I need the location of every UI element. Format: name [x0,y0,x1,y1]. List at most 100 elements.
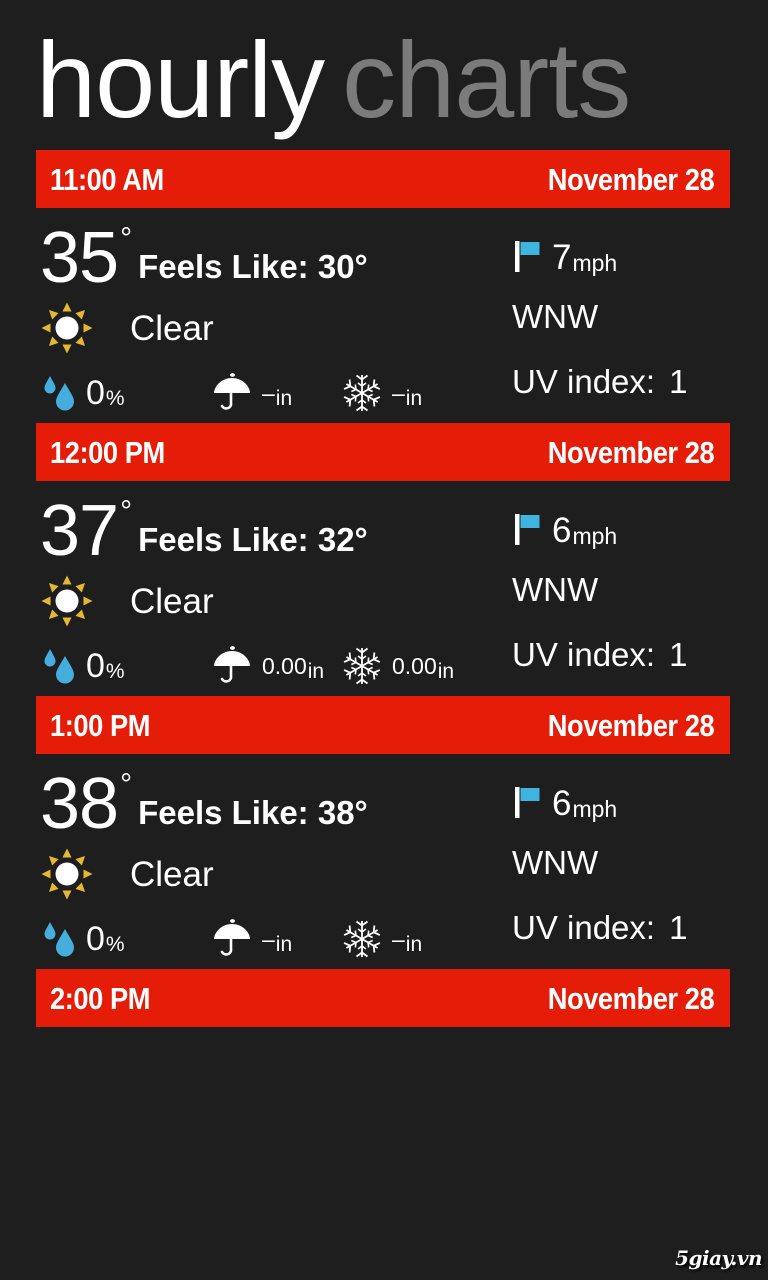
pop-unit: % [105,386,125,410]
raindrop-icon [40,374,84,412]
uv-index-label: UV index: [512,363,656,400]
rain-amount: – in [210,918,340,960]
wind-direction: WNW [512,844,599,881]
snow-unit: in [405,386,423,410]
temperature-value: 35 [40,218,119,298]
sun-icon [40,301,94,355]
hour-details: 37 ° Feels Like: 32° Clear 0% 0.00 in 0.00 in 6 mp… [0,481,768,696]
uv-index-value: 1 [669,636,688,673]
wind-flag-icon [512,511,546,549]
snow-amount: – in [340,918,422,960]
wind-speed-unit: mph [572,249,618,276]
uv-index-label: UV index: [512,636,656,673]
hour-time: 11:00 AM [50,161,164,197]
pop-unit: % [105,932,125,956]
degree-symbol: ° [120,495,133,528]
umbrella-icon [210,918,254,960]
condition-text: Clear [130,854,214,894]
condition-line: Clear [40,846,500,902]
raindrop-icon [40,647,84,685]
umbrella-icon [210,645,254,687]
sun-icon [40,574,94,628]
hour-right-column: 6 mph WNW UV index: 1 [500,495,768,696]
wind-speed-value: 6 [552,783,572,823]
degree-symbol: ° [120,768,133,801]
hour-date: November 28 [547,707,714,743]
pop-value: 0 [86,647,105,685]
precip-probability: 0% [40,647,210,685]
condition-text: Clear [130,308,214,348]
hour-block[interactable]: 2:00 PM November 28 [0,969,768,1027]
hour-left-column: 38 ° Feels Like: 38° Clear 0% – in – in [0,768,500,969]
page-title-primary: hourly [36,19,325,140]
hour-details: 35 ° Feels Like: 30° Clear 0% – in – in 7 mph WNW UV… [0,208,768,423]
hour-date: November 28 [547,434,714,470]
hour-header-bar[interactable]: 12:00 PM November 28 [36,423,730,481]
wind-line: 6 mph [512,505,768,555]
hour-header-bar[interactable]: 2:00 PM November 28 [36,969,730,1027]
wind-speed-unit: mph [572,522,618,549]
snow-unit: in [405,932,423,956]
condition-text: Clear [130,581,214,621]
rain-value: 0.00 [262,652,307,679]
degree-symbol: ° [120,222,133,255]
uv-index-line: UV index: 1 [512,638,768,671]
wind-flag-icon [512,238,546,276]
snow-value: – [392,925,405,952]
hour-date: November 28 [547,980,714,1016]
wind-speed-value: 6 [552,510,572,550]
hour-block[interactable]: 12:00 PM November 28 37 ° Feels Like: 32° Cle… [0,423,768,696]
temperature-value: 38 [40,764,119,844]
feels-like-text: Feels Like: 30° [138,248,368,285]
pop-value: 0 [86,374,105,412]
uv-index-value: 1 [669,909,688,946]
hourly-forecast-list[interactable]: 11:00 AM November 28 35 ° Feels Like: 30° Cle… [0,150,768,1027]
precip-probability: 0% [40,920,210,958]
rain-unit: in [307,659,325,683]
snowflake-icon [340,372,384,414]
snow-amount: 0.00 in [340,645,454,687]
temperature-line: 38 ° Feels Like: 38° [40,768,500,840]
page-header: hourly charts [0,0,768,150]
hour-header-bar[interactable]: 11:00 AM November 28 [36,150,730,208]
snow-amount: – in [340,372,422,414]
hour-date: November 28 [547,161,714,197]
wind-direction: WNW [512,571,599,608]
wind-line: 6 mph [512,778,768,828]
wind-speed-unit: mph [572,795,618,822]
feels-like-text: Feels Like: 32° [138,521,368,558]
condition-line: Clear [40,300,500,356]
snow-value: 0.00 [392,652,437,679]
snow-unit: in [437,659,455,683]
snowflake-icon [340,918,384,960]
hour-block[interactable]: 1:00 PM November 28 38 ° Feels Like: 38° Clea… [0,696,768,969]
snow-value: – [392,379,405,406]
wind-speed-value: 7 [552,237,572,277]
hour-left-column: 37 ° Feels Like: 32° Clear 0% 0.00 in 0.00 in [0,495,500,696]
wind-flag-icon [512,784,546,822]
hour-right-column: 6 mph WNW UV index: 1 [500,768,768,969]
page-title-secondary: charts [342,19,631,140]
uv-index-line: UV index: 1 [512,911,768,944]
hour-block[interactable]: 11:00 AM November 28 35 ° Feels Like: 30° Cle… [0,150,768,423]
precipitation-line: 0% – in – in [40,370,500,416]
pop-unit: % [105,659,125,683]
hour-time: 12:00 PM [50,434,165,470]
uv-index-line: UV index: 1 [512,365,768,398]
temperature-line: 35 ° Feels Like: 30° [40,222,500,294]
wind-direction: WNW [512,298,599,335]
raindrop-icon [40,920,84,958]
hour-time: 1:00 PM [50,707,151,743]
temperature-line: 37 ° Feels Like: 32° [40,495,500,567]
rain-value: – [262,925,275,952]
hour-header-bar[interactable]: 1:00 PM November 28 [36,696,730,754]
precip-probability: 0% [40,374,210,412]
snowflake-icon [340,645,384,687]
site-watermark: 5giay.vn [675,1246,762,1270]
pop-value: 0 [86,920,105,958]
sun-icon [40,847,94,901]
wind-line: 7 mph [512,232,768,282]
temperature-value: 37 [40,491,119,571]
hour-time: 2:00 PM [50,980,151,1016]
hour-details: 38 ° Feels Like: 38° Clear 0% – in – in 6 mph WNW UV… [0,754,768,969]
